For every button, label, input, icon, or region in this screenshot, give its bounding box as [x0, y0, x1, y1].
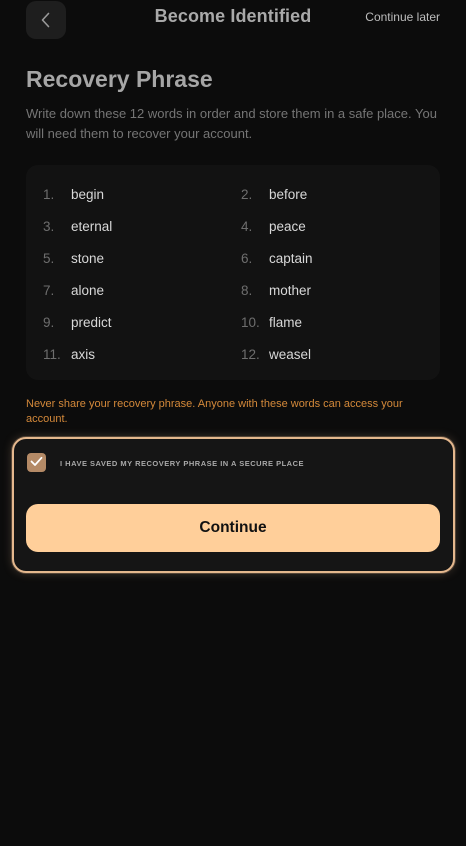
saved-phrase-checkbox[interactable]	[27, 453, 46, 472]
recovery-phrase-grid: 1. begin 2. before 3. eternal 4. peace 5. sto…	[26, 178, 440, 370]
phrase-word-item: 9. predict	[26, 306, 224, 338]
phrase-word-item: 3. eternal	[26, 210, 224, 242]
phrase-word: weasel	[269, 346, 312, 362]
phrase-word-number: 2.	[241, 186, 253, 202]
phrase-word-item: 4. peace	[224, 210, 422, 242]
phrase-word-item: 1. begin	[26, 178, 224, 210]
phrase-word: begin	[71, 186, 105, 202]
phrase-word: captain	[269, 250, 313, 266]
phrase-word-item: 6. captain	[224, 242, 422, 274]
phrase-word: before	[269, 186, 308, 202]
phrase-word-item: 7. alone	[26, 274, 224, 306]
checkmark-icon	[30, 454, 43, 472]
header-bar: Become Identified Continue later	[0, 0, 466, 40]
phrase-word: eternal	[71, 218, 113, 234]
phrase-word-number: 4.	[241, 218, 253, 234]
phrase-word: peace	[269, 218, 306, 234]
phrase-word-number: 3.	[43, 218, 55, 234]
phrase-word: flame	[269, 314, 303, 330]
continue-button[interactable]: Continue	[26, 504, 440, 552]
phrase-word-item: 12. weasel	[224, 338, 422, 370]
security-warning: Never share your recovery phrase. Anyone…	[26, 398, 403, 425]
phrase-word-number: 12.	[241, 346, 260, 362]
phrase-word-item: 10. flame	[224, 306, 422, 338]
phrase-word-number: 10.	[241, 314, 260, 330]
phrase-word: mother	[269, 282, 312, 298]
phrase-word: predict	[71, 314, 112, 330]
page-description: Write down these 12 words in order and s…	[26, 106, 437, 141]
phrase-word-item: 2. before	[224, 178, 422, 210]
recovery-phrase-card: 1. begin 2. before 3. eternal 4. peace 5. sto…	[26, 165, 440, 380]
phrase-word: stone	[71, 250, 105, 266]
phrase-word-number: 9.	[43, 314, 55, 330]
phrase-word-item: 5. stone	[26, 242, 224, 274]
phrase-word-item: 11. axis	[26, 338, 224, 370]
phrase-word-number: 7.	[43, 282, 55, 298]
phrase-word-number: 1.	[43, 186, 55, 202]
phrase-word-number: 8.	[241, 282, 253, 298]
phrase-word: alone	[71, 282, 105, 298]
phrase-word-item: 8. mother	[224, 274, 422, 306]
confirmation-panel: I have saved my recovery phrase in a sec…	[12, 437, 455, 573]
phrase-word-number: 11.	[43, 346, 61, 362]
continue-later-link[interactable]: Continue later	[365, 10, 440, 24]
phrase-word-number: 6.	[241, 250, 253, 266]
phrase-word: axis	[71, 346, 96, 362]
phrase-word-number: 5.	[43, 250, 55, 266]
saved-phrase-checkbox-label[interactable]: I have saved my recovery phrase in a sec…	[60, 459, 304, 468]
page-title: Recovery Phrase	[26, 66, 213, 92]
